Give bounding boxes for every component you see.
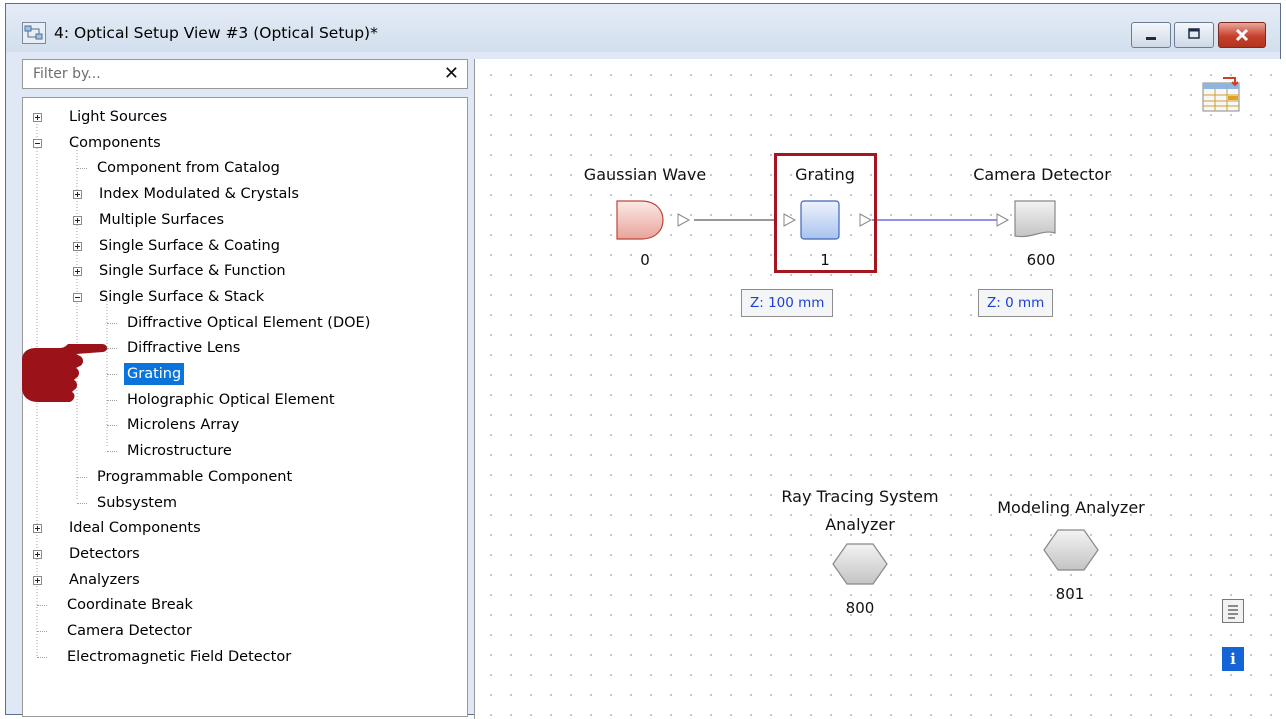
maximize-icon <box>1188 28 1200 39</box>
tree-item-microstructure[interactable]: Microstructure <box>127 440 232 462</box>
tree-item-single-surface-function[interactable]: Single Surface & Function <box>99 260 286 282</box>
tree-item-electromagnetic-field-detector[interactable]: Electromagnetic Field Detector <box>67 646 291 668</box>
camera-detector-symbol <box>1014 200 1056 238</box>
minimize-icon <box>1146 37 1156 40</box>
setup-diagram <box>616 200 1099 585</box>
table-icon[interactable] <box>1201 75 1243 115</box>
collapse-icon[interactable] <box>33 138 42 148</box>
filter-box: ✕ <box>22 59 468 89</box>
tree-item-index-modulated-crystals[interactable]: Index Modulated & Crystals <box>99 183 299 205</box>
gaussian-wave-label: Gaussian Wave <box>583 165 707 184</box>
close-button[interactable] <box>1218 22 1266 48</box>
info-icon[interactable]: i <box>1222 647 1244 671</box>
tree-item-subsystem[interactable]: Subsystem <box>97 492 177 514</box>
tree-item-diffractive-lens[interactable]: Diffractive Lens <box>127 337 240 359</box>
tree-item-camera-detector[interactable]: Camera Detector <box>67 620 192 642</box>
optical-setup-canvas[interactable]: Gaussian Wave 0 Grating 1 Z: 100 mm Came… <box>474 59 1286 719</box>
grating-label: Grating <box>795 165 855 184</box>
ray-tracing-label-line2: Analyzer <box>825 515 895 534</box>
tree-item-components[interactable]: Components <box>69 132 161 154</box>
minimize-button[interactable] <box>1131 22 1171 48</box>
optical-setup-icon <box>22 22 46 44</box>
tree-connector <box>37 656 47 659</box>
grating-z-position[interactable]: Z: 100 mm <box>741 289 834 317</box>
document-lines-icon <box>1228 605 1238 619</box>
camera-detector-label: Camera Detector <box>973 165 1111 184</box>
pointing-hand-icon <box>22 344 108 402</box>
clear-filter-icon[interactable]: ✕ <box>444 62 459 86</box>
modeling-analyzer-symbol <box>1043 529 1099 571</box>
tree-item-light-sources[interactable]: Light Sources <box>69 106 167 128</box>
tree-item-component-from-catalog[interactable]: Component from Catalog <box>97 157 280 179</box>
optical-setup-window: 4: Optical Setup View #3 (Optical Setup)… <box>5 3 1286 719</box>
expand-icon[interactable] <box>33 113 42 122</box>
gaussian-output-port <box>677 213 691 227</box>
expand-icon[interactable] <box>33 524 42 534</box>
grating-id: 1 <box>820 251 830 269</box>
tree-item-programmable-component[interactable]: Programmable Component <box>97 466 292 488</box>
collapse-icon[interactable] <box>73 292 82 302</box>
expand-icon[interactable] <box>73 190 82 200</box>
filter-input[interactable] <box>23 60 443 88</box>
expand-icon[interactable] <box>33 549 42 559</box>
tree-item-ideal-components[interactable]: Ideal Components <box>69 517 201 539</box>
modeling-analyzer-label: Modeling Analyzer <box>997 498 1145 517</box>
tree-item-analyzers[interactable]: Analyzers <box>69 569 140 591</box>
document-icon[interactable] <box>1222 599 1244 623</box>
camera-input-port <box>996 213 1010 227</box>
gaussian-wave-symbol <box>616 200 664 240</box>
tree-item-single-surface-stack[interactable]: Single Surface & Stack <box>99 286 264 308</box>
modeling-analyzer-id: 801 <box>1055 585 1085 603</box>
window-title: 4: Optical Setup View #3 (Optical Setup)… <box>54 24 378 42</box>
close-icon <box>1235 28 1249 42</box>
expand-icon[interactable] <box>73 215 82 225</box>
gaussian-wave-id: 0 <box>640 251 650 269</box>
title-bar[interactable]: 4: Optical Setup View #3 (Optical Setup)… <box>6 4 1280 52</box>
expand-icon[interactable] <box>33 575 42 585</box>
tree-connector <box>77 168 87 170</box>
tree-item-single-surface-coating[interactable]: Single Surface & Coating <box>99 235 280 257</box>
tree-item-coordinate-break[interactable]: Coordinate Break <box>67 594 193 616</box>
expand-icon[interactable] <box>73 241 82 251</box>
tree-connector <box>37 631 47 633</box>
tree-connector <box>107 425 117 427</box>
tree-connector <box>107 451 117 453</box>
ray-tracing-id: 800 <box>845 599 875 617</box>
maximize-button[interactable] <box>1174 22 1214 48</box>
camera-z-position[interactable]: Z: 0 mm <box>978 289 1054 317</box>
tree-item-holographic-optical-element[interactable]: Holographic Optical Element <box>127 389 335 411</box>
tree-connector <box>77 476 87 479</box>
tree-connector <box>107 322 117 325</box>
tree-connector <box>77 502 87 505</box>
tree-item-grating[interactable]: Grating <box>124 363 185 385</box>
tree-item-microlens-array[interactable]: Microlens Array <box>127 414 239 436</box>
tree-item-detectors[interactable]: Detectors <box>69 543 140 565</box>
expand-icon[interactable] <box>73 267 82 277</box>
camera-detector-id: 600 <box>1026 251 1056 269</box>
tree-connector <box>37 605 47 607</box>
ray-tracing-label-line1: Ray Tracing System <box>781 487 939 506</box>
tree-item-multiple-surfaces[interactable]: Multiple Surfaces <box>99 209 224 231</box>
tree-item-diffractive-optical-element-doe[interactable]: Diffractive Optical Element (DOE) <box>127 312 370 334</box>
ray-tracing-analyzer-symbol <box>832 543 888 585</box>
